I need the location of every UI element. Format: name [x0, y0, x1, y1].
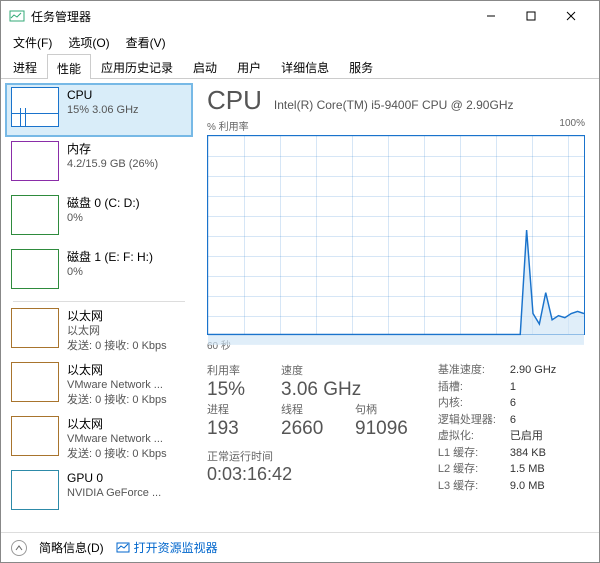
disk-thumb-icon	[11, 249, 59, 289]
stat-label: 句柄	[355, 401, 408, 417]
sidebar-item-net-5[interactable]: 以太网VMware Network ...发送: 0 接收: 0 Kbps	[5, 358, 193, 412]
spec-val: 已启用	[510, 428, 543, 445]
net-thumb-icon	[11, 308, 59, 348]
chart-label-y: % 利用率	[207, 118, 249, 133]
net-thumb-icon	[11, 362, 59, 402]
menu-options[interactable]: 选项(O)	[62, 32, 115, 53]
mem-thumb-icon	[11, 141, 59, 181]
gpu-thumb-icon	[11, 470, 59, 510]
spec-val: 6	[510, 395, 516, 412]
spec-val: 1	[510, 379, 516, 396]
chart-label-max: 100%	[559, 118, 585, 133]
menu-view[interactable]: 查看(V)	[120, 32, 172, 53]
spec-val: 9.0 MB	[510, 478, 545, 495]
spec-key: 虚拟化:	[438, 428, 510, 445]
stats-secondary: 基准速度:2.90 GHz插槽:1内核:6逻辑处理器:6虚拟化:已启用L1 缓存…	[438, 362, 556, 494]
stat-label: 进程	[207, 401, 259, 417]
tabstrip: 进程 性能 应用历史记录 启动 用户 详细信息 服务	[1, 53, 599, 79]
spec-key: 基准速度:	[438, 362, 510, 379]
spec-val: 384 KB	[510, 445, 546, 462]
chevron-up-icon[interactable]	[11, 540, 27, 556]
stat-value: 2660	[281, 418, 333, 440]
stat-label: 线程	[281, 401, 333, 417]
stat-value: 15%	[207, 379, 259, 401]
spec-key: L2 缓存:	[438, 461, 510, 478]
uptime-label: 正常运行时间	[207, 448, 408, 464]
stat-value: 3.06 GHz	[281, 379, 361, 401]
stat-value: 193	[207, 418, 259, 440]
menu-file[interactable]: 文件(F)	[7, 32, 58, 53]
sidebar-item-gpu-7[interactable]: GPU 0NVIDIA GeForce ...	[5, 466, 193, 520]
window-title: 任务管理器	[31, 8, 471, 25]
spec-val: 2.90 GHz	[510, 362, 556, 379]
sidebar-item-cpu-0[interactable]: CPU15% 3.06 GHz	[5, 83, 193, 137]
cpu-model: Intel(R) Core(TM) i5-9400F CPU @ 2.90GHz	[274, 98, 514, 112]
spec-key: 插槽:	[438, 379, 510, 396]
spec-key: L1 缓存:	[438, 445, 510, 462]
stat-label: 速度	[281, 362, 361, 378]
titlebar[interactable]: 任务管理器	[1, 1, 599, 31]
tab-processes[interactable]: 进程	[3, 53, 47, 78]
disk-thumb-icon	[11, 195, 59, 235]
stat-label: 利用率	[207, 362, 259, 378]
resource-sidebar[interactable]: CPU15% 3.06 GHz内存4.2/15.9 GB (26%)磁盘 0 (…	[1, 79, 193, 532]
main-panel: CPU Intel(R) Core(TM) i5-9400F CPU @ 2.9…	[193, 79, 599, 532]
spec-val: 1.5 MB	[510, 461, 545, 478]
sidebar-item-net-4[interactable]: 以太网以太网发送: 0 接收: 0 Kbps	[5, 304, 193, 358]
maximize-button[interactable]	[511, 1, 551, 31]
app-icon	[9, 8, 25, 24]
tab-startup[interactable]: 启动	[183, 53, 227, 78]
tab-services[interactable]: 服务	[339, 53, 383, 78]
minimize-button[interactable]	[471, 1, 511, 31]
spec-val: 6	[510, 412, 516, 429]
net-thumb-icon	[11, 416, 59, 456]
open-resmon-link[interactable]: 打开资源监视器	[116, 539, 218, 556]
tab-users[interactable]: 用户	[227, 53, 271, 78]
sidebar-item-mem-1[interactable]: 内存4.2/15.9 GB (26%)	[5, 137, 193, 191]
tab-apphistory[interactable]: 应用历史记录	[91, 53, 183, 78]
footer: 简略信息(D) 打开资源监视器	[1, 532, 599, 562]
uptime-value: 0:03:16:42	[207, 464, 408, 485]
spec-key: L3 缓存:	[438, 478, 510, 495]
sidebar-item-disk-3[interactable]: 磁盘 1 (E: F: H:)0%	[5, 245, 193, 299]
menubar: 文件(F) 选项(O) 查看(V)	[1, 31, 599, 53]
spec-key: 逻辑处理器:	[438, 412, 510, 429]
stats-primary: 利用率15% 速度3.06 GHz 进程193 线程2660 句柄91096 正常运行时…	[207, 362, 408, 494]
cpu-utilization-chart[interactable]	[207, 135, 585, 335]
close-button[interactable]	[551, 1, 591, 31]
stat-value: 91096	[355, 418, 408, 440]
sidebar-item-net-6[interactable]: 以太网VMware Network ...发送: 0 接收: 0 Kbps	[5, 412, 193, 466]
tab-details[interactable]: 详细信息	[271, 53, 339, 78]
task-manager-window: 任务管理器 文件(F) 选项(O) 查看(V) 进程 性能 应用历史记录 启动 …	[0, 0, 600, 563]
resource-title: CPU	[207, 85, 262, 116]
fewer-details-link[interactable]: 简略信息(D)	[39, 539, 104, 556]
resmon-icon	[116, 541, 130, 555]
cpu-thumb-icon	[11, 87, 59, 127]
tab-performance[interactable]: 性能	[47, 54, 91, 79]
spec-key: 内核:	[438, 395, 510, 412]
sidebar-item-disk-2[interactable]: 磁盘 0 (C: D:)0%	[5, 191, 193, 245]
